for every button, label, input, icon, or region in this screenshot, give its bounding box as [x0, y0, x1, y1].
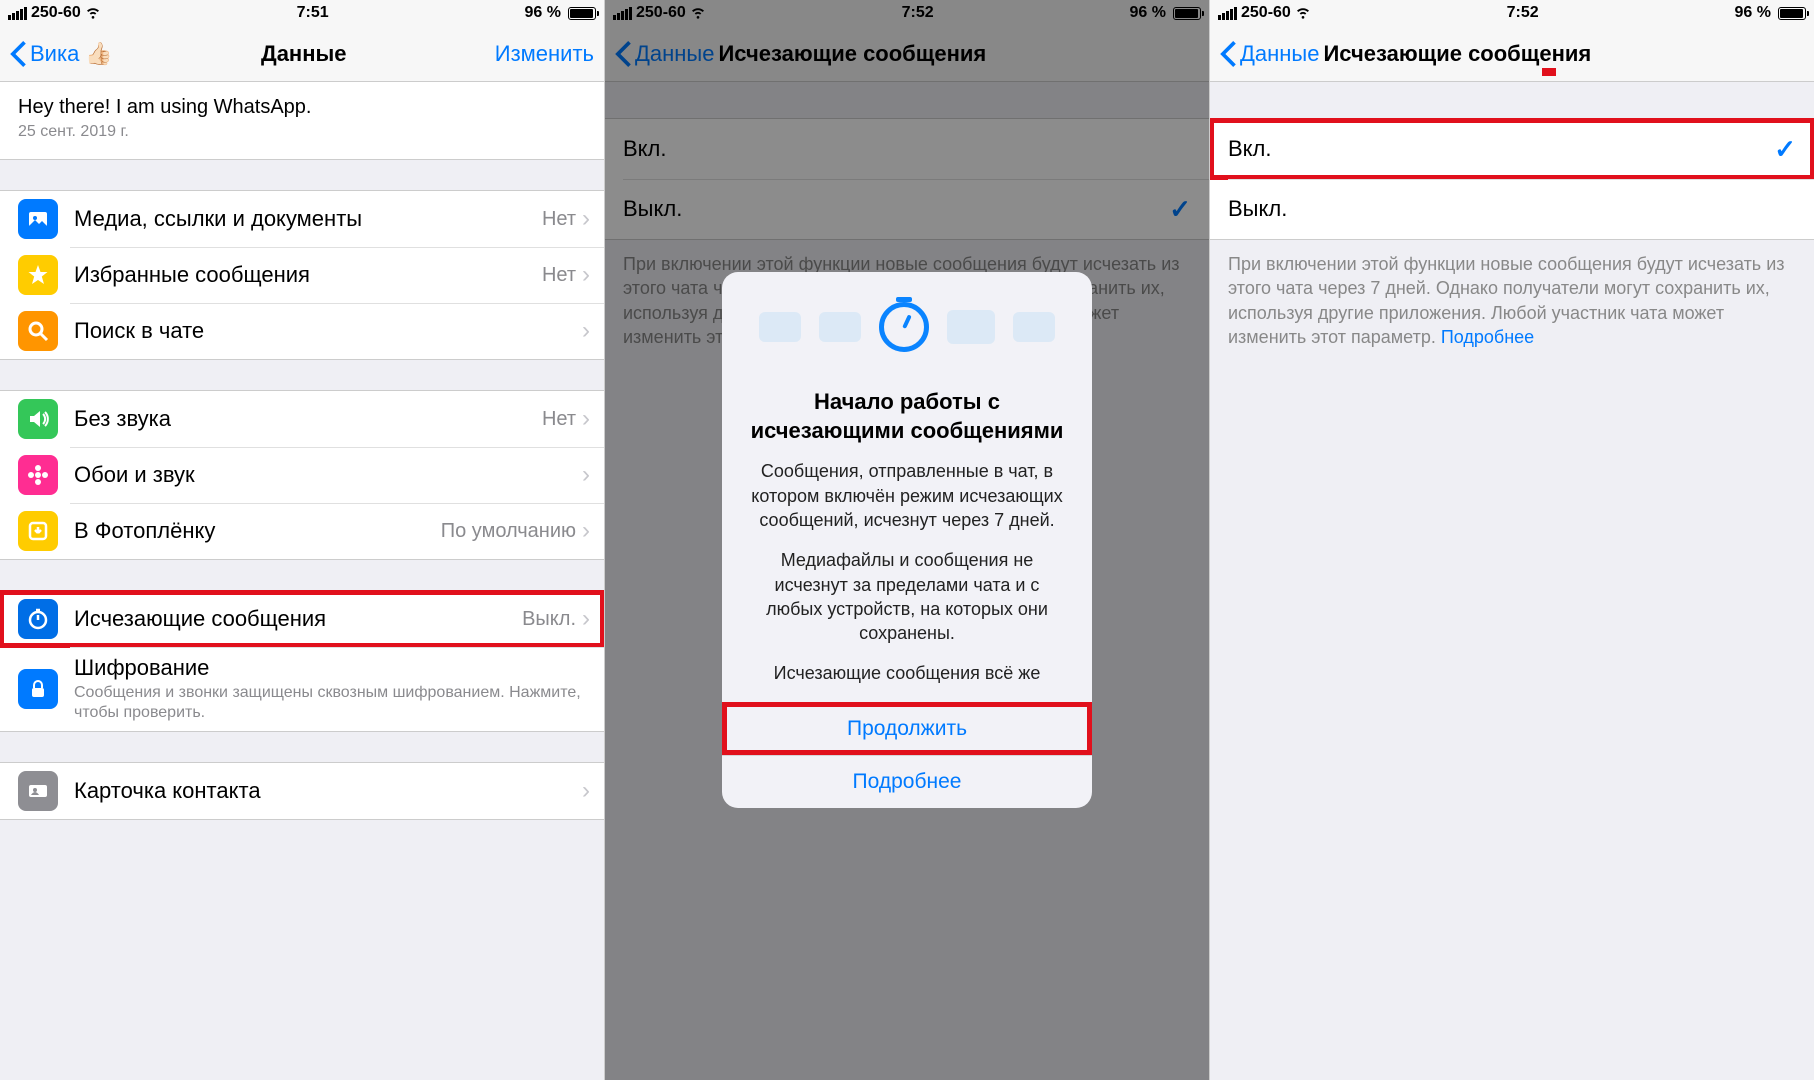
- row-value: Нет: [542, 408, 576, 431]
- chat-bubble-icon: [819, 312, 861, 342]
- row-wallpaper[interactable]: Обои и звук ›: [0, 447, 604, 503]
- about-date: 25 сент. 2019 г.: [18, 123, 586, 141]
- row-label: Поиск в чате: [74, 318, 582, 344]
- option-label: Вкл.: [1228, 136, 1272, 162]
- screen-disappearing-enabled: 250-60 7:52 96 % Данные Исчезающие сообщ…: [1210, 0, 1814, 1080]
- battery-percent: 96 %: [525, 4, 561, 22]
- chat-bubble-icon: [759, 312, 801, 342]
- contact-card-icon: [18, 771, 58, 811]
- learn-more-button[interactable]: Подробнее: [722, 755, 1092, 808]
- clock-label: 7:51: [297, 4, 329, 22]
- chevron-left-icon: [10, 41, 26, 67]
- timer-icon: [18, 599, 58, 639]
- modal-body-3: Исчезающие сообщения всё же: [722, 661, 1092, 701]
- row-label: Обои и звук: [74, 462, 582, 488]
- row-contact-card[interactable]: Карточка контакта ›: [0, 763, 604, 819]
- modal-overlay: Начало работы с исчезающими сообщениями …: [605, 0, 1209, 1080]
- screen-disappearing-modal: 250-60 7:52 96 % Данные Исчезающие сообщ…: [605, 0, 1210, 1080]
- chevron-right-icon: ›: [582, 405, 590, 433]
- row-encryption[interactable]: Шифрование Сообщения и звонки защищены с…: [0, 647, 604, 731]
- modal-illustration: [722, 272, 1092, 382]
- chevron-right-icon: ›: [582, 205, 590, 233]
- learn-more-link[interactable]: Подробнее: [1441, 327, 1534, 347]
- carrier-label: 250-60: [31, 4, 81, 22]
- chevron-left-icon: [1220, 41, 1236, 67]
- clock-label: 7:52: [1507, 4, 1539, 22]
- check-icon: ✓: [1774, 134, 1796, 165]
- option-label: Выкл.: [1228, 196, 1287, 222]
- chevron-right-icon: ›: [582, 777, 590, 805]
- battery-percent: 96 %: [1735, 4, 1771, 22]
- signal-icon: [1218, 7, 1237, 20]
- about-block[interactable]: Hey there! I am using WhatsApp. 25 сент.…: [0, 82, 604, 160]
- lock-icon: [18, 669, 58, 709]
- flower-icon: [18, 455, 58, 495]
- chat-bubble-icon: [947, 310, 995, 344]
- battery-icon: [568, 7, 596, 20]
- carrier-label: 250-60: [1241, 4, 1291, 22]
- back-button[interactable]: Вика 👍🏻: [10, 41, 113, 67]
- wifi-icon: [85, 4, 101, 23]
- chevron-right-icon: ›: [582, 517, 590, 545]
- chevron-right-icon: ›: [582, 461, 590, 489]
- footer-description: При включении этой функции новые сообщен…: [1210, 240, 1814, 361]
- row-label: Карточка контакта: [74, 778, 582, 804]
- edit-button[interactable]: Изменить: [495, 41, 594, 67]
- star-icon: [18, 255, 58, 295]
- status-bar: 250-60 7:51 96 %: [0, 0, 604, 26]
- screen-contact-data: 250-60 7:51 96 % Вика 👍🏻 Данные Изменить…: [0, 0, 605, 1080]
- row-value: Нет: [542, 208, 576, 231]
- back-button[interactable]: Данные: [1220, 41, 1319, 67]
- photo-icon: [18, 199, 58, 239]
- row-label: В Фотоплёнку: [74, 518, 441, 544]
- row-label: Исчезающие сообщения: [74, 606, 522, 632]
- page-title: Данные: [113, 41, 495, 67]
- modal-body-2: Медиафайлы и сообщения не исчезнут за пр…: [722, 548, 1092, 661]
- nav-bar: Данные Исчезающие сообщения: [1210, 26, 1814, 82]
- back-label: Вика 👍🏻: [30, 41, 113, 67]
- about-text: Hey there! I am using WhatsApp.: [18, 96, 586, 119]
- option-off[interactable]: Выкл.: [1210, 179, 1814, 239]
- row-value: По умолчанию: [441, 520, 576, 543]
- row-starred[interactable]: Избранные сообщения Нет ›: [0, 247, 604, 303]
- nav-bar: Вика 👍🏻 Данные Изменить: [0, 26, 604, 82]
- row-label: Избранные сообщения: [74, 262, 542, 288]
- status-bar: 250-60 7:52 96 %: [1210, 0, 1814, 26]
- row-mute[interactable]: Без звука Нет ›: [0, 391, 604, 447]
- chevron-right-icon: ›: [582, 261, 590, 289]
- battery-icon: [1778, 7, 1806, 20]
- row-label: Без звука: [74, 406, 542, 432]
- chevron-right-icon: ›: [582, 605, 590, 633]
- search-icon: [18, 311, 58, 351]
- back-label: Данные: [1240, 41, 1319, 67]
- row-value: Нет: [542, 264, 576, 287]
- chat-bubble-icon: [1013, 312, 1055, 342]
- row-search[interactable]: Поиск в чате ›: [0, 303, 604, 359]
- speaker-icon: [18, 399, 58, 439]
- intro-modal: Начало работы с исчезающими сообщениями …: [722, 272, 1092, 808]
- row-media[interactable]: Медиа, ссылки и документы Нет ›: [0, 191, 604, 247]
- continue-button[interactable]: Продолжить: [722, 702, 1092, 755]
- option-on[interactable]: Вкл. ✓: [1210, 119, 1814, 179]
- download-icon: [18, 511, 58, 551]
- signal-icon: [8, 7, 27, 20]
- row-label: Медиа, ссылки и документы: [74, 206, 542, 232]
- annotation-mark: [1542, 68, 1556, 76]
- row-disappearing[interactable]: Исчезающие сообщения Выкл. ›: [0, 591, 604, 647]
- page-title: Исчезающие сообщения: [1319, 41, 1804, 67]
- row-save-media[interactable]: В Фотоплёнку По умолчанию ›: [0, 503, 604, 559]
- row-subtitle: Сообщения и звонки защищены сквозным шиф…: [74, 683, 590, 723]
- row-label: Шифрование: [74, 655, 590, 681]
- wifi-icon: [1295, 4, 1311, 23]
- modal-body-1: Сообщения, отправленные в чат, в котором…: [722, 459, 1092, 548]
- timer-icon: [879, 302, 929, 352]
- chevron-right-icon: ›: [582, 317, 590, 345]
- modal-title: Начало работы с исчезающими сообщениями: [722, 382, 1092, 459]
- row-value: Выкл.: [522, 608, 576, 631]
